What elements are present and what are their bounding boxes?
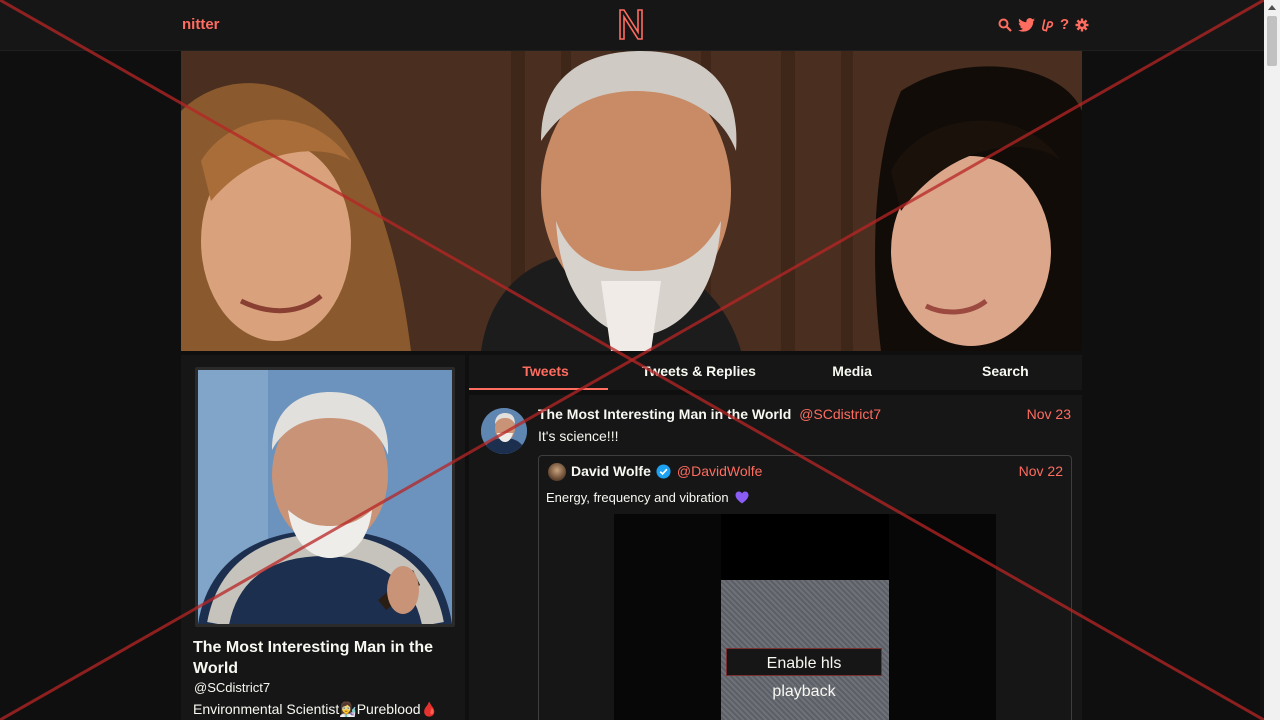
tweet-avatar[interactable]: [481, 408, 527, 454]
quote-username[interactable]: @DavidWolfe: [677, 463, 763, 479]
profile-username: @SCdistrict7: [194, 680, 271, 695]
banner-image: [181, 51, 1082, 351]
profile-fullname: The Most Interesting Man in the World: [193, 639, 434, 677]
verified-badge-icon: [656, 463, 671, 479]
page-scrollbar[interactable]: [1264, 0, 1280, 720]
navbar: nitter ?: [0, 0, 1264, 51]
tab-tweets-replies[interactable]: Tweets & Replies: [622, 355, 775, 390]
profile-banner: [181, 51, 1082, 351]
quote-text-body: Energy, frequency and vibration: [546, 490, 729, 505]
tweet-fullname[interactable]: The Most Interesting Man in the World: [538, 406, 791, 422]
quote-fullname[interactable]: David Wolfe: [571, 463, 651, 479]
tweet-content: It's science!!!: [538, 428, 619, 444]
scroll-up-arrow-icon[interactable]: [1268, 5, 1276, 10]
enable-hls-playback-button[interactable]: Enable hls playback: [726, 648, 882, 700]
tweet-avatar-image: [481, 408, 527, 454]
profile-avatar[interactable]: [195, 367, 455, 627]
twitter-bird-icon[interactable]: [1018, 18, 1035, 32]
search-icon[interactable]: [998, 18, 1012, 32]
quote-avatar[interactable]: [548, 463, 566, 481]
site-name-link[interactable]: nitter: [182, 16, 220, 33]
tab-media[interactable]: Media: [776, 355, 929, 390]
liberapay-icon[interactable]: [1041, 18, 1054, 32]
quote-header: David Wolfe @DavidWolfe: [571, 463, 762, 479]
tweet-username[interactable]: @SCdistrict7: [799, 406, 881, 422]
video-top-area: [721, 514, 889, 580]
scrollbar-thumb[interactable]: [1267, 16, 1277, 66]
help-icon[interactable]: ?: [1060, 17, 1069, 32]
quote-date[interactable]: Nov 22: [1019, 463, 1063, 479]
tab-tweets[interactable]: Tweets: [469, 355, 622, 390]
video-letterbox-right: [889, 514, 996, 720]
nav-icons: ?: [998, 15, 1089, 35]
tab-search[interactable]: Search: [929, 355, 1082, 390]
video-letterbox-left: [614, 514, 721, 720]
nitter-logo-icon[interactable]: [617, 7, 645, 41]
quote-tweet[interactable]: David Wolfe @DavidWolfe Nov 22 Energy, f…: [538, 455, 1072, 720]
purple-heart-icon: [735, 491, 749, 504]
profile-card: The Most Interesting Man in the World @S…: [181, 355, 465, 720]
video-player[interactable]: Enable hls playback: [614, 514, 996, 720]
quote-text: Energy, frequency and vibration: [546, 490, 749, 505]
tweet-header: The Most Interesting Man in the World @S…: [538, 406, 881, 422]
profile-bio: Environmental Scientist👩‍🔬Pureblood🩸: [193, 701, 438, 717]
timeline: The Most Interesting Man in the World @S…: [469, 395, 1082, 720]
gear-icon[interactable]: [1075, 18, 1089, 32]
profile-avatar-image: [198, 370, 452, 624]
tweet-date[interactable]: Nov 23: [1027, 406, 1071, 422]
timeline-tabs: Tweets Tweets & Replies Media Search: [469, 355, 1082, 390]
